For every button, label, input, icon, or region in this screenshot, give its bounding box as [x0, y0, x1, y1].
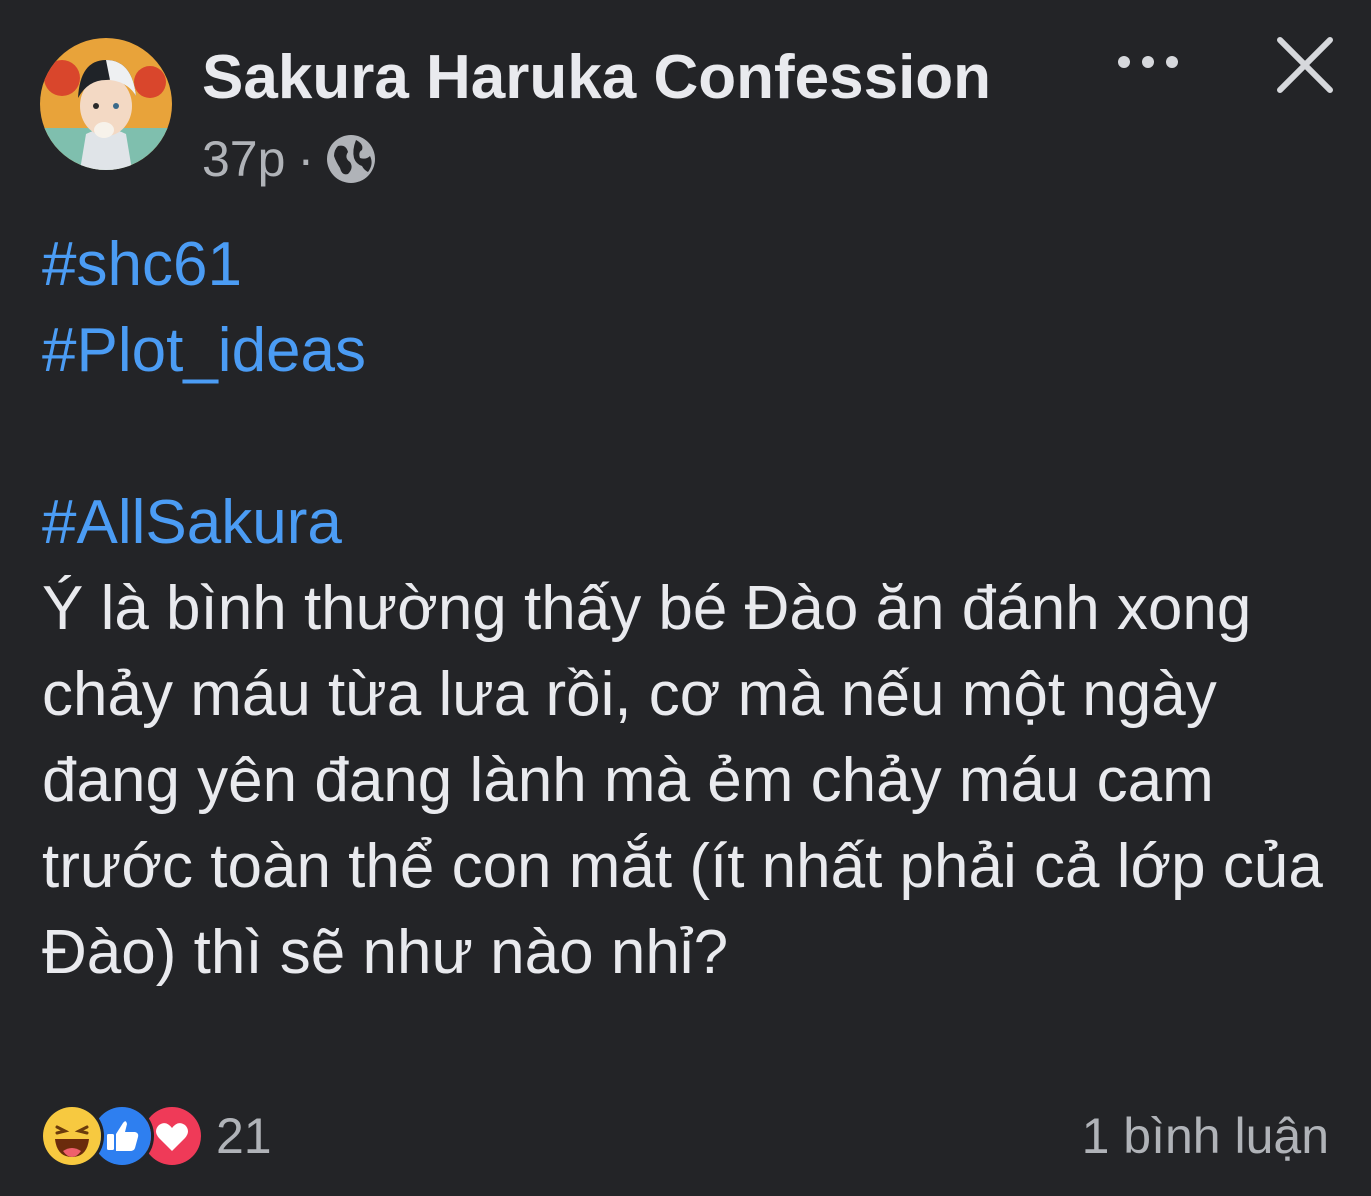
page-name[interactable]: Sakura Haruka Confession — [202, 40, 991, 116]
comment-count-link[interactable]: 1 bình luận — [1082, 1104, 1329, 1168]
more-options-button[interactable] — [1108, 40, 1188, 84]
post-body-text: Ý là bình thường thấy bé Đào ăn đánh xon… — [42, 574, 1323, 987]
reactions-summary[interactable]: 21 — [40, 1104, 272, 1168]
hashtag-link[interactable]: #Plot_ideas — [42, 308, 1342, 394]
post-time[interactable]: 37p — [202, 130, 285, 188]
globe-icon — [324, 132, 378, 186]
hashtag-link[interactable]: #shc61 — [42, 222, 1342, 308]
post-content: #shc61 #Plot_ideas #AllSakura Ý là bình … — [42, 222, 1342, 996]
avatar[interactable] — [40, 38, 172, 170]
close-button[interactable] — [1270, 30, 1340, 100]
reaction-count: 21 — [216, 1108, 272, 1164]
hashtag-link[interactable]: #AllSakura — [42, 480, 1342, 566]
haha-icon — [40, 1104, 104, 1168]
post-header: Sakura Haruka Confession 37p · — [0, 0, 1371, 200]
close-icon — [1277, 37, 1333, 93]
more-horizontal-icon — [1118, 56, 1178, 68]
post-meta: 37p · — [202, 128, 378, 190]
post-footer: 21 1 bình luận — [0, 1096, 1371, 1176]
post-card: Sakura Haruka Confession 37p · #shc61 #P… — [0, 0, 1371, 1196]
meta-separator: · — [297, 131, 315, 187]
